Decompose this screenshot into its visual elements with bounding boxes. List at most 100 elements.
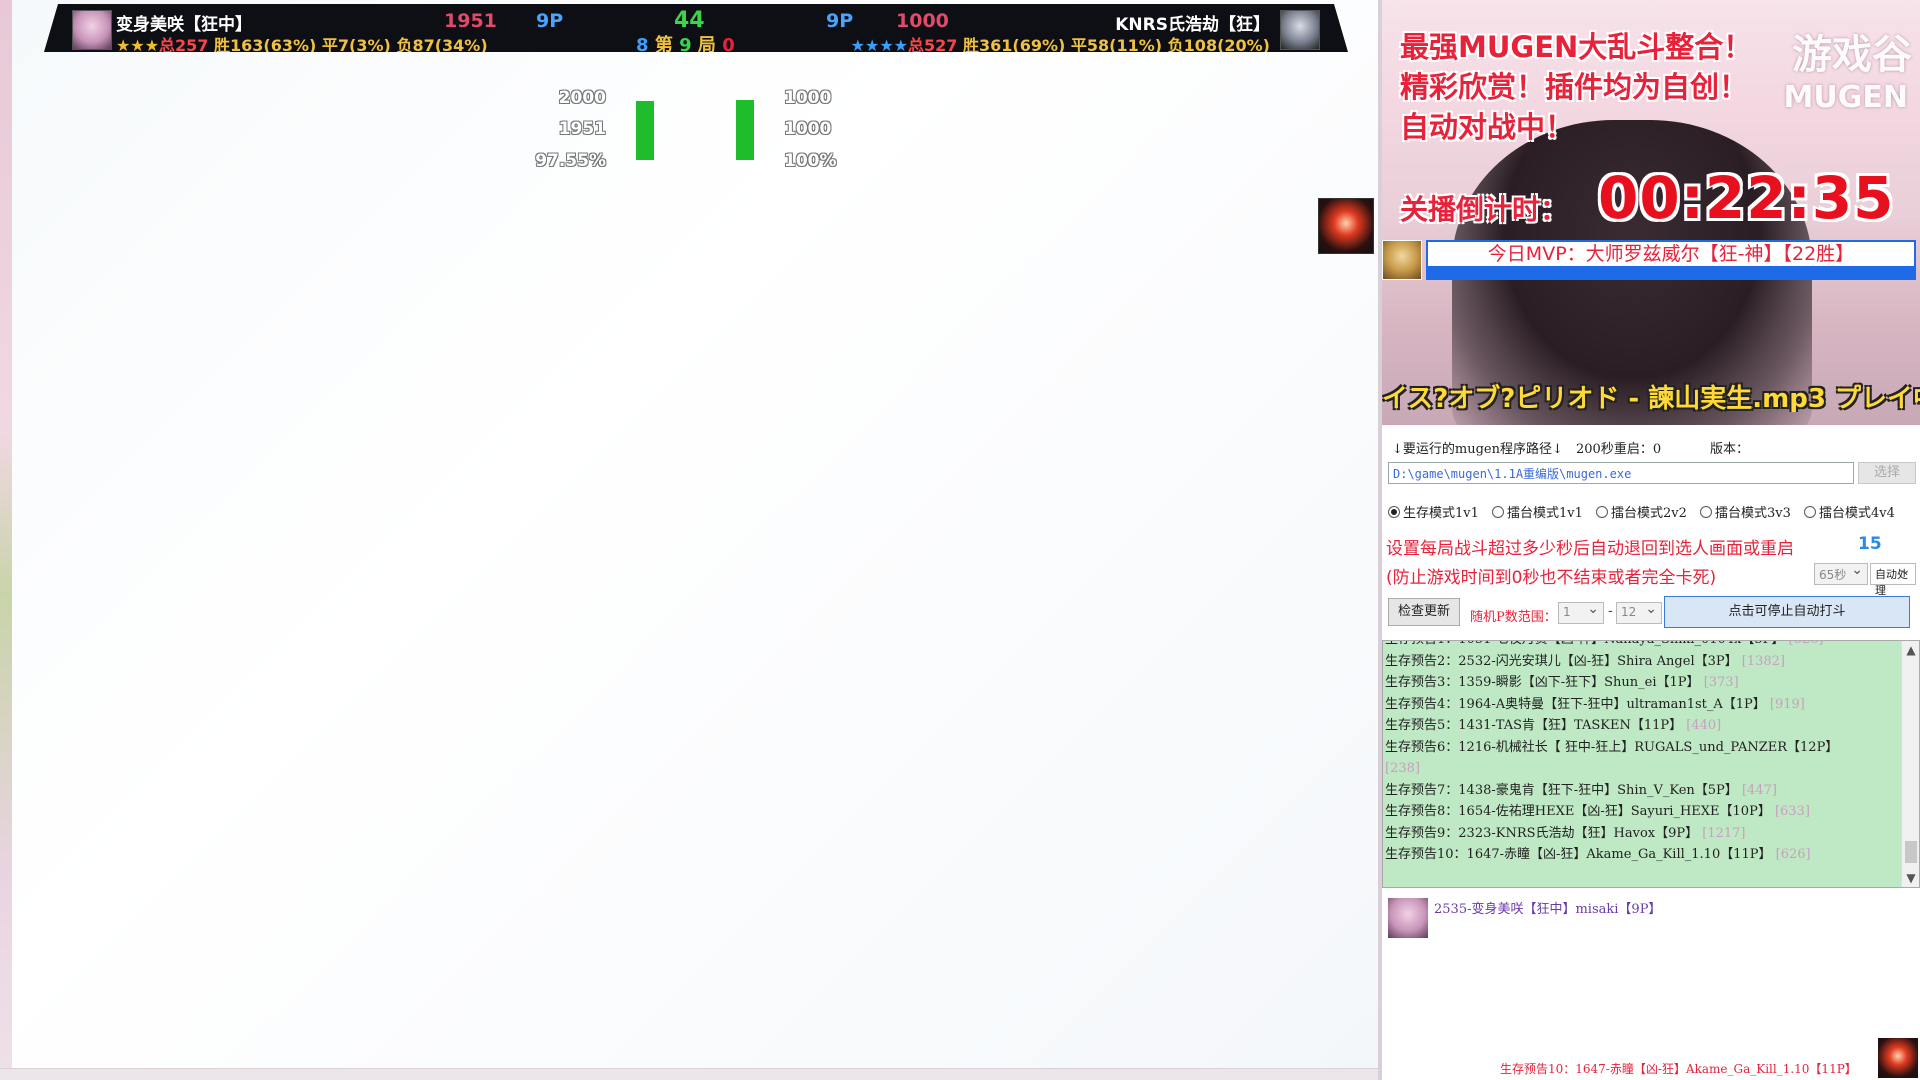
current-fighter-avatar — [1388, 898, 1428, 938]
countdown-timer: 00:22:35 — [1598, 164, 1895, 232]
log-row: 生存预告1：1051-七夜月贵【凶-神】Nanaya_Shiki_0104x【5… — [1383, 641, 1899, 651]
mode-label: 擂台模式2v2 — [1611, 506, 1687, 521]
log-row-count: [440] — [1686, 718, 1722, 733]
log-row-text: 生存预告8：1654-佐祐理HEXE【凶-狂】Sayuri_HEXE【10P】 — [1385, 804, 1771, 819]
log-row: 生存预告2：2532-闪光安琪儿【凶-狂】Shira Angel【3P】 [13… — [1383, 651, 1899, 673]
control-panel: 最强MUGEN大乱斗整合！ 精彩欣赏！插件均为自创！ 自动对战中！ 游戏谷 MU… — [1382, 0, 1920, 1080]
survival-preview-log[interactable]: 生存预告1：1051-七夜月贵【凶-神】Nanaya_Shiki_0104x【5… — [1382, 640, 1920, 888]
mode-radio-arena-3v3[interactable]: 擂台模式3v3 — [1700, 502, 1791, 521]
stop-auto-fight-button[interactable]: 点击可停止自动打斗 — [1664, 596, 1910, 628]
top-hud: 变身美咲【狂中】 ★★★总257 胜163(63%) 平7(3%) 负87(34… — [44, 4, 1348, 52]
log-row: 生存预告3：1359-瞬影【凶下-狂下】Shun_ei【1P】 [373] — [1383, 672, 1899, 694]
ticker-avatar — [1878, 1038, 1918, 1078]
p1-life-fill — [636, 101, 654, 160]
p1-stars: ★★★ — [116, 36, 160, 55]
log-row-text: 生存预告4：1964-A奥特曼【狂下-狂中】ultraman1st_A【1P】 — [1385, 696, 1766, 712]
timeout-select[interactable]: 65秒 — [1814, 562, 1868, 585]
mvp-banner: 今日MVP：大师罗兹威尔【狂-神】【22胜】 — [1426, 240, 1916, 268]
log-row-text: 生存预告9：2323-KNRS氏浩劫【狂】Havox【9P】 — [1385, 825, 1699, 841]
scroll-up-icon[interactable]: ▲ — [1902, 643, 1919, 657]
p1-total: 总257 — [159, 36, 209, 55]
random-range-label: 随机P数范围： — [1470, 610, 1557, 625]
log-row-count: [238] — [1385, 761, 1420, 776]
left-edge-strip — [0, 0, 12, 1080]
countdown-label: 关播倒计时： — [1400, 193, 1569, 226]
log-row-count: [919] — [1769, 696, 1805, 712]
log-row-count: [447] — [1741, 782, 1777, 798]
p1-lose: 负87(34%) — [396, 36, 488, 55]
current-fighter-name: 2535-变身美咲【狂中】misaki【9P】 — [1434, 902, 1662, 917]
log-row-text: 生存预告1：1051-七夜月贵【凶-神】Nanaya_Shiki_0104x【5… — [1385, 641, 1784, 647]
radio-icon — [1492, 505, 1504, 518]
mode-label: 生存模式1v1 — [1403, 506, 1479, 521]
log-row: [238] — [1383, 758, 1899, 780]
log-row-count: [373] — [1703, 675, 1739, 690]
round-num3: 0 — [722, 35, 735, 56]
p2-life-max: 1000 — [784, 88, 832, 108]
mode-radio-survival-1v1[interactable]: 生存模式1v1 — [1388, 502, 1479, 521]
range-separator: - — [1608, 604, 1613, 619]
range-max-select[interactable]: 12 — [1616, 601, 1662, 624]
banner-headline-2: 精彩欣赏！插件均为自创！ — [1400, 70, 1749, 104]
brand-logo: 游戏谷 — [1792, 32, 1912, 78]
auto-handle-select[interactable]: 自动处理 — [1870, 562, 1916, 597]
log-row-count: [828] — [1789, 641, 1824, 647]
game-bottom-edge — [0, 1068, 1382, 1080]
choose-button[interactable]: 选择 — [1858, 462, 1916, 484]
log-row-count: [633] — [1774, 804, 1810, 819]
radio-icon — [1700, 505, 1712, 518]
round-num2: 9 — [679, 35, 692, 56]
log-row: 生存预告4：1964-A奥特曼【狂下-狂中】ultraman1st_A【1P】 … — [1383, 694, 1899, 716]
mode-label: 擂台模式4v4 — [1819, 506, 1895, 521]
mugen-path-input[interactable]: D:\game\mugen\1.1A重编版\mugen.exe — [1388, 462, 1854, 484]
p1-tag: 9P — [536, 10, 564, 32]
timeout-value: 15 — [1858, 534, 1882, 554]
timeout-description: 设置每局战斗超过多少秒后自动退回到选人画面或重启 — [1386, 539, 1794, 559]
p1-life-max: 2000 — [558, 88, 606, 108]
log-list: 生存预告1：1051-七夜月贵【凶-神】Nanaya_Shiki_0104x【5… — [1383, 641, 1899, 866]
character-thumbnail — [1318, 198, 1374, 254]
version-label: 版本： — [1710, 442, 1750, 457]
mode-radio-arena-2v2[interactable]: 擂台模式2v2 — [1596, 502, 1687, 521]
p1-score: 1951 — [444, 10, 497, 32]
round-label2: 局 — [697, 35, 716, 56]
log-row-count: [1217] — [1702, 825, 1746, 841]
p1-draw: 平7(3%) — [321, 36, 391, 55]
log-row-text: 生存预告3：1359-瞬影【凶下-狂下】Shun_ei【1P】 — [1385, 675, 1700, 690]
path-label: ↓要运行的mugen程序路径↓ — [1392, 442, 1563, 457]
range-min-select[interactable]: 1 — [1558, 601, 1604, 624]
round-info: 8 第 9 局 0 — [636, 31, 735, 56]
radio-selected-icon — [1388, 505, 1400, 518]
timeout-note: (防止游戏时间到0秒也不结束或者完全卡死) — [1386, 568, 1717, 588]
log-row: 生存预告6：1216-机械社长【 狂中-狂上】RUGALS_und_PANZER… — [1383, 737, 1899, 759]
mvp-avatar — [1382, 240, 1422, 280]
game-viewport: 变身美咲【狂中】 ★★★总257 胜163(63%) 平7(3%) 负87(34… — [0, 0, 1382, 1080]
p1-life-percent: 97.55% — [535, 151, 606, 171]
p1-life-current: 1951 — [558, 119, 606, 139]
banner-headline-1: 最强MUGEN大乱斗整合！ — [1400, 30, 1753, 64]
log-row-text: 生存预告10：1647-赤瞳【凶-狂】Akame_Ga_Kill_1.10【11… — [1385, 847, 1772, 862]
round-num1: 8 — [636, 35, 649, 56]
radio-icon — [1596, 505, 1608, 518]
now-playing-marquee: イス?オブ?ピリオド - 諫山実生.mp3 プレイ中 — [1382, 384, 1920, 412]
scroll-thumb[interactable] — [1905, 841, 1917, 863]
log-row-text: 生存预告5：1431-TAS肯【狂】TASKEN【11P】 — [1385, 718, 1683, 733]
round-counter: 44 — [674, 8, 705, 33]
check-update-button[interactable]: 检查更新 — [1388, 598, 1460, 626]
stream-banner: 最强MUGEN大乱斗整合！ 精彩欣赏！插件均为自创！ 自动对战中！ 游戏谷 MU… — [1382, 0, 1920, 425]
p2-life-current: 1000 — [784, 119, 832, 139]
log-row-text: 生存预告6：1216-机械社长【 狂中-狂上】RUGALS_und_PANZER… — [1385, 739, 1839, 755]
p2-life-fill — [736, 100, 754, 160]
p1-stats: ★★★总257 胜163(63%) 平7(3%) 负87(34%) — [116, 32, 488, 55]
scroll-down-icon[interactable]: ▼ — [1902, 871, 1919, 885]
radio-icon — [1804, 505, 1816, 518]
log-row: 生存预告5：1431-TAS肯【狂】TASKEN【11P】 [440] — [1383, 715, 1899, 737]
screen: 变身美咲【狂中】 ★★★总257 胜163(63%) 平7(3%) 负87(34… — [0, 0, 1920, 1080]
log-scrollbar[interactable]: ▲ ▼ — [1901, 641, 1919, 887]
p1-life-bar — [636, 100, 654, 160]
mvp-progress-bar — [1426, 268, 1916, 280]
mode-radio-arena-1v1[interactable]: 擂台模式1v1 — [1492, 502, 1583, 521]
log-row: 生存预告10：1647-赤瞳【凶-狂】Akame_Ga_Kill_1.10【11… — [1383, 844, 1899, 866]
log-row: 生存预告7：1438-豪鬼肯【狂下-狂中】Shin_V_Ken【5P】 [447… — [1383, 780, 1899, 802]
mode-radio-arena-4v4[interactable]: 擂台模式4v4 — [1804, 502, 1895, 521]
